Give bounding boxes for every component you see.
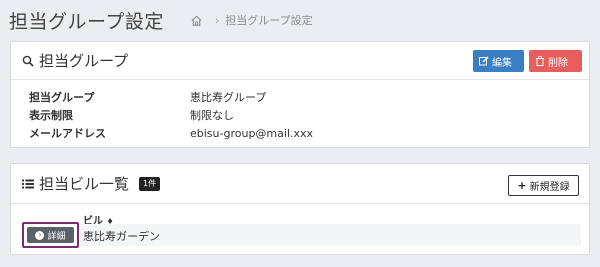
edit-button-label: 編集 (492, 57, 512, 69)
group-info: 担当グループ 恵比寿グループ 表示制限 制限なし メールアドレス ebisu-g… (29, 88, 313, 142)
info-row-group: 担当グループ 恵比寿グループ (29, 88, 313, 106)
count-badge: 1件 (139, 176, 161, 191)
delete-button[interactable]: 削除 (529, 50, 582, 72)
info-value: ebisu-group@mail.xxx (190, 126, 314, 140)
trash-icon (536, 56, 544, 66)
info-label: メールアドレス (29, 127, 106, 140)
info-value: 恵比寿グループ (190, 91, 267, 104)
arrow-right-circle-icon: › (35, 230, 45, 240)
breadcrumb-separator: › (214, 13, 220, 27)
list-icon (22, 179, 34, 188)
building-card-title: 担当ビル一覧 (39, 175, 130, 193)
info-label: 表示制限 (29, 109, 73, 122)
group-card-title: 担当グループ (39, 52, 129, 70)
info-row-visibility: 表示制限 制限なし (29, 106, 313, 124)
detail-highlight: › 詳細 (22, 222, 79, 248)
group-card: 担当グループ 編集 削除 担当グループ 恵比寿グループ 表示制限 制限なし メー… (10, 41, 590, 148)
edit-icon (479, 56, 489, 66)
page-title: 担当グループ設定 (9, 10, 164, 33)
detail-button-label: 詳細 (47, 231, 66, 242)
edit-button[interactable]: 編集 (473, 50, 524, 72)
detail-button[interactable]: › 詳細 (27, 227, 74, 243)
info-row-email: メールアドレス ebisu-group@mail.xxx (29, 124, 313, 142)
search-icon (22, 55, 34, 67)
home-icon[interactable] (190, 14, 203, 27)
breadcrumb: › 担当グループ設定 (190, 12, 313, 28)
building-card-header: 担当ビル一覧 1件 (11, 164, 589, 204)
new-register-label: 新規登録 (529, 182, 570, 193)
delete-button-label: 削除 (548, 57, 568, 69)
info-label: 担当グループ (29, 91, 95, 104)
building-card: 担当ビル一覧 1件 + 新規登録 ビル ♦ › 詳細 恵比寿ガーデン (10, 163, 590, 255)
page-header: 担当グループ設定 › 担当グループ設定 (0, 0, 600, 40)
breadcrumb-current: 担当グループ設定 (225, 14, 313, 27)
building-name-cell: 恵比寿ガーデン (83, 230, 160, 243)
plus-icon: + (517, 179, 527, 192)
info-value: 制限なし (190, 109, 234, 122)
new-register-button[interactable]: + 新規登録 (508, 175, 579, 196)
